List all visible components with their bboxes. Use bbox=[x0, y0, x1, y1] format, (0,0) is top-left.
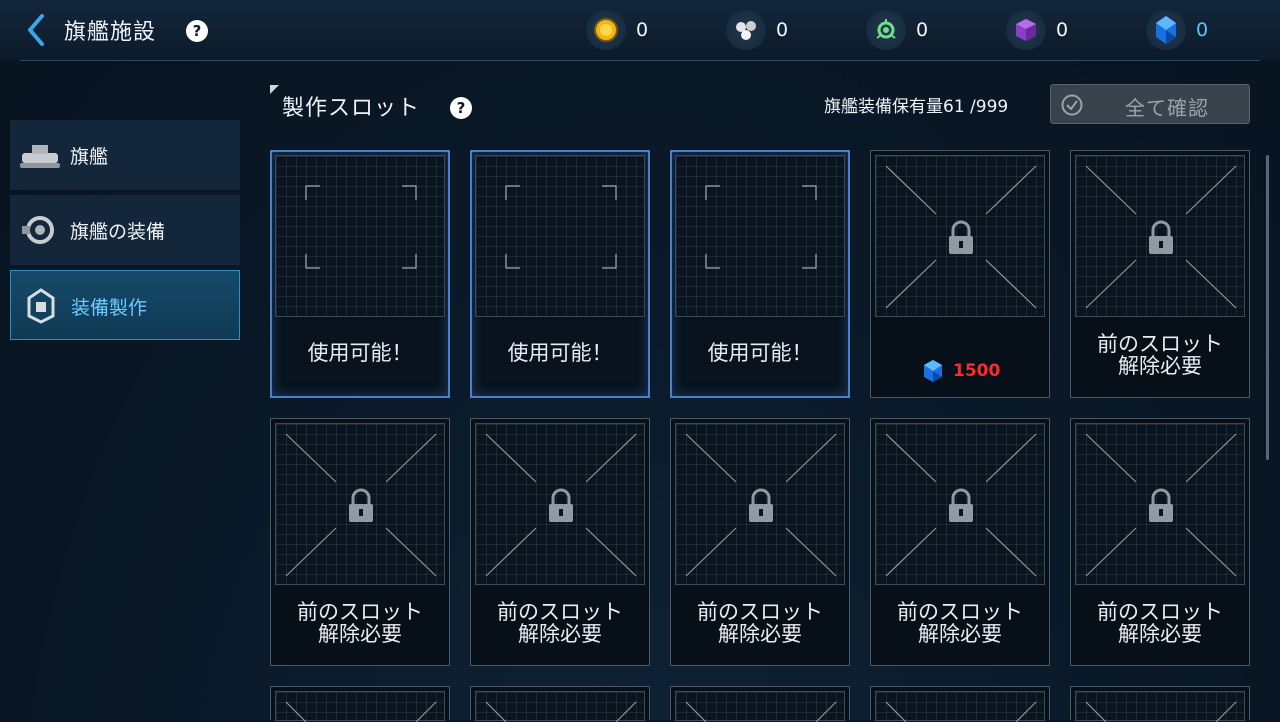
craft-slot-locked[interactable]: 前のスロット 解除必要 bbox=[270, 418, 450, 666]
crystal-node-icon bbox=[866, 10, 906, 50]
alloy-value: 0 bbox=[776, 19, 789, 41]
slot-grid bbox=[475, 691, 645, 722]
header-divider bbox=[20, 60, 1260, 61]
section-corner-mark bbox=[270, 85, 279, 94]
slot-grid bbox=[675, 691, 845, 722]
craft-slot-locked[interactable]: 前のスロット 解除必要 bbox=[470, 418, 650, 666]
blue-gem-icon bbox=[924, 360, 942, 382]
sidebar-item-label: 旗艦の装備 bbox=[70, 221, 166, 243]
sidebar-item-label: 旗艦 bbox=[70, 146, 109, 168]
alloy-icon bbox=[726, 10, 766, 50]
blue-gem-icon bbox=[1146, 10, 1186, 50]
cost-value: 1500 bbox=[953, 361, 1001, 381]
sidebar-item-label: 装備製作 bbox=[71, 297, 148, 319]
sidebar-item-equipment[interactable]: 旗艦の装備 bbox=[10, 195, 240, 265]
page-title: 旗艦施設 bbox=[64, 20, 157, 45]
help-icon[interactable]: ? bbox=[186, 20, 208, 42]
lock-icon bbox=[349, 488, 373, 522]
craft-slot-available[interactable]: 使用可能！ bbox=[470, 150, 650, 398]
slot-grid bbox=[675, 155, 845, 317]
sidebar-item-flagship[interactable]: 旗艦 bbox=[10, 120, 240, 190]
craft-slot-locked[interactable]: 前のスロット 解除必要 bbox=[1070, 418, 1250, 666]
gold-coin-icon bbox=[586, 10, 626, 50]
slot-grid bbox=[1075, 691, 1245, 722]
lock-icon bbox=[949, 488, 973, 522]
craft-slot-available[interactable]: 使用可能！ bbox=[670, 150, 850, 398]
craft-slot-locked[interactable] bbox=[470, 686, 650, 722]
slot-locked-label: 前のスロット 解除必要 bbox=[697, 600, 823, 646]
slot-locked-label: 前のスロット 解除必要 bbox=[1097, 332, 1223, 378]
craft-slot-locked[interactable]: 前のスロット 解除必要 bbox=[670, 418, 850, 666]
slot-status-label: 使用可能！ bbox=[307, 341, 413, 365]
craft-slot-locked[interactable] bbox=[670, 686, 850, 722]
slot-grid bbox=[875, 155, 1045, 317]
craft-slot-locked[interactable] bbox=[270, 686, 450, 722]
craft-slot-available[interactable]: 使用可能！ bbox=[270, 150, 450, 398]
cube-value: 0 bbox=[1056, 19, 1069, 41]
equipment-stock-count: 旗艦装備保有量61 /999 bbox=[824, 97, 1009, 117]
slot-grid bbox=[875, 691, 1045, 722]
slot-list-scrollbar[interactable] bbox=[1266, 155, 1269, 460]
lock-icon bbox=[749, 488, 773, 522]
section-title: 製作スロット bbox=[282, 96, 421, 121]
gold-value: 0 bbox=[636, 19, 649, 41]
slot-grid bbox=[475, 423, 645, 585]
lock-icon bbox=[549, 488, 573, 522]
slot-grid bbox=[1075, 423, 1245, 585]
lock-icon bbox=[1149, 220, 1173, 254]
craft-slot-locked[interactable]: 前のスロット 解除必要 bbox=[870, 418, 1050, 666]
gem-value: 0 bbox=[1196, 19, 1209, 41]
confirm-all-button[interactable]: 全て確認 bbox=[1050, 84, 1250, 124]
craft-slot-locked[interactable] bbox=[1070, 686, 1250, 722]
slot-status-label: 使用可能！ bbox=[707, 341, 813, 365]
slot-status-label: 使用可能！ bbox=[507, 341, 613, 365]
slot-grid bbox=[275, 691, 445, 722]
check-circle-icon bbox=[1061, 94, 1083, 116]
slot-grid bbox=[675, 423, 845, 585]
craft-slot-locked[interactable] bbox=[870, 686, 1050, 722]
slot-grid bbox=[1075, 155, 1245, 317]
confirm-all-label: 全て確認 bbox=[1125, 96, 1209, 120]
craft-slot-purchasable[interactable]: 1500 bbox=[870, 150, 1050, 398]
equipment-icon bbox=[18, 210, 62, 250]
crystal-value: 0 bbox=[916, 19, 929, 41]
slot-grid bbox=[875, 423, 1045, 585]
top-bar: 旗艦施設 ? 0 0 0 0 0 bbox=[0, 0, 1280, 60]
slot-grid bbox=[275, 423, 445, 585]
purple-cube-icon bbox=[1006, 10, 1046, 50]
slot-locked-label: 前のスロット 解除必要 bbox=[297, 600, 423, 646]
craft-slot-locked[interactable]: 前のスロット 解除必要 bbox=[1070, 150, 1250, 398]
back-arrow-icon[interactable] bbox=[24, 12, 52, 48]
slot-grid bbox=[475, 155, 645, 317]
lock-icon bbox=[1149, 488, 1173, 522]
sidebar-item-crafting[interactable]: 装備製作 bbox=[10, 270, 240, 340]
slot-help-icon[interactable]: ? bbox=[450, 97, 472, 119]
slot-locked-label: 前のスロット 解除必要 bbox=[497, 600, 623, 646]
lock-icon bbox=[949, 220, 973, 254]
slot-locked-label: 前のスロット 解除必要 bbox=[897, 600, 1023, 646]
slot-locked-label: 前のスロット 解除必要 bbox=[1097, 600, 1223, 646]
slot-grid bbox=[275, 155, 445, 317]
flagship-icon bbox=[18, 135, 62, 175]
crafting-icon bbox=[19, 286, 63, 326]
